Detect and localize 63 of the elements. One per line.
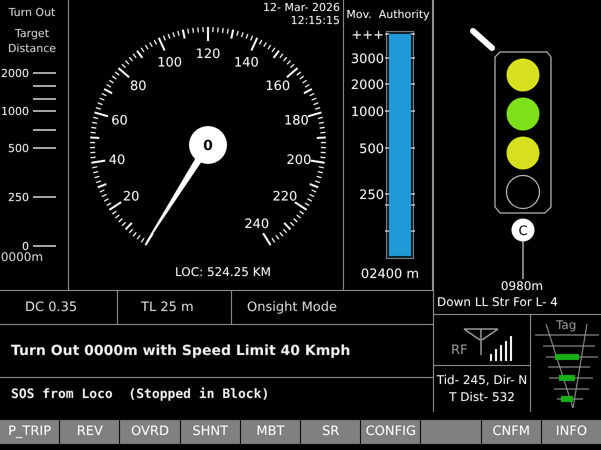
alert-text: SOS from Loco (Stopped in Block) [11, 386, 270, 404]
dial-label: 220 [272, 190, 298, 205]
function-button[interactable]: SHNT [180, 420, 240, 444]
dial-label: 120 [196, 47, 220, 62]
dial-label: 20 [122, 190, 140, 205]
train-info: Tid- 245, Dir- N [436, 372, 528, 389]
scale-title: Mov. Authority [346, 8, 430, 22]
function-button[interactable]: P_TRIP [0, 420, 60, 444]
speed-readout: 0 [189, 126, 227, 164]
scale-tick [33, 245, 56, 247]
scale-title: Turn Out [8, 6, 56, 20]
scale-label: 2000 [350, 78, 384, 93]
scale-tick [33, 147, 56, 149]
signal-description: Down LL Str For L- 4 [437, 295, 558, 309]
scale-label: 1000 [1, 105, 29, 118]
dial-label: 240 [244, 217, 270, 232]
scale-label: 1000 [350, 105, 384, 120]
scale-label: 250 [359, 188, 384, 203]
dial-label: 80 [130, 79, 146, 94]
train-info: T Dist- 532 [449, 389, 515, 406]
function-button[interactable]: OVRD [120, 420, 180, 444]
scale-label: +++ [351, 28, 384, 43]
message-text: Turn Out 0000m with Speed Limit 40 Kmph [11, 342, 350, 360]
dial-label: 100 [157, 55, 182, 70]
scale-tick [33, 72, 56, 74]
function-button[interactable]: CNFM [482, 420, 541, 444]
distance-reading: 0000m [0, 250, 44, 264]
status-cell: DC 0.35 [0, 291, 118, 324]
tag-label: Tag [556, 318, 576, 332]
scale-label: 500 [8, 142, 29, 155]
scale-label: 3000 [350, 52, 384, 67]
function-button[interactable]: INFO [542, 420, 601, 444]
route-indicator [470, 28, 495, 51]
radio-label: RF [451, 344, 468, 358]
time-text: 12:15:15 [290, 14, 340, 27]
blank-button[interactable] [421, 420, 481, 444]
scale-tick [33, 110, 56, 112]
date-text: 12- Mar- 2026 [263, 1, 340, 14]
scale-tick [33, 85, 56, 87]
signal-marker: C [512, 218, 534, 242]
signal-distance: 0980m [500, 279, 544, 293]
dial-label: 140 [234, 55, 259, 70]
scale-title: Target Distance [6, 26, 58, 56]
status-cell-text: Onsight Mode [246, 298, 338, 317]
status-cell: TL 25 m [118, 291, 232, 324]
scale-label: 2000 [1, 67, 29, 80]
scale-tick [33, 196, 56, 198]
scale-label: 0 [22, 240, 29, 253]
function-button[interactable]: SR [301, 420, 360, 444]
dial-label: 60 [111, 114, 128, 129]
function-button[interactable]: REV [60, 420, 120, 444]
location-text: LOC: 524.25 KM [175, 265, 271, 279]
scale-tick [33, 98, 56, 100]
function-button[interactable]: MBT [240, 420, 300, 444]
dial-label: 160 [265, 79, 290, 94]
dial-label: 200 [286, 152, 312, 168]
scale-label: 500 [359, 142, 384, 157]
dial-label: 40 [108, 152, 126, 168]
function-button[interactable]: CONFIG [361, 420, 420, 444]
authority-reading: 02400 m [360, 267, 420, 282]
dial-label: 180 [284, 114, 309, 129]
scale-label: 250 [8, 191, 29, 204]
scale-tick [33, 129, 56, 131]
